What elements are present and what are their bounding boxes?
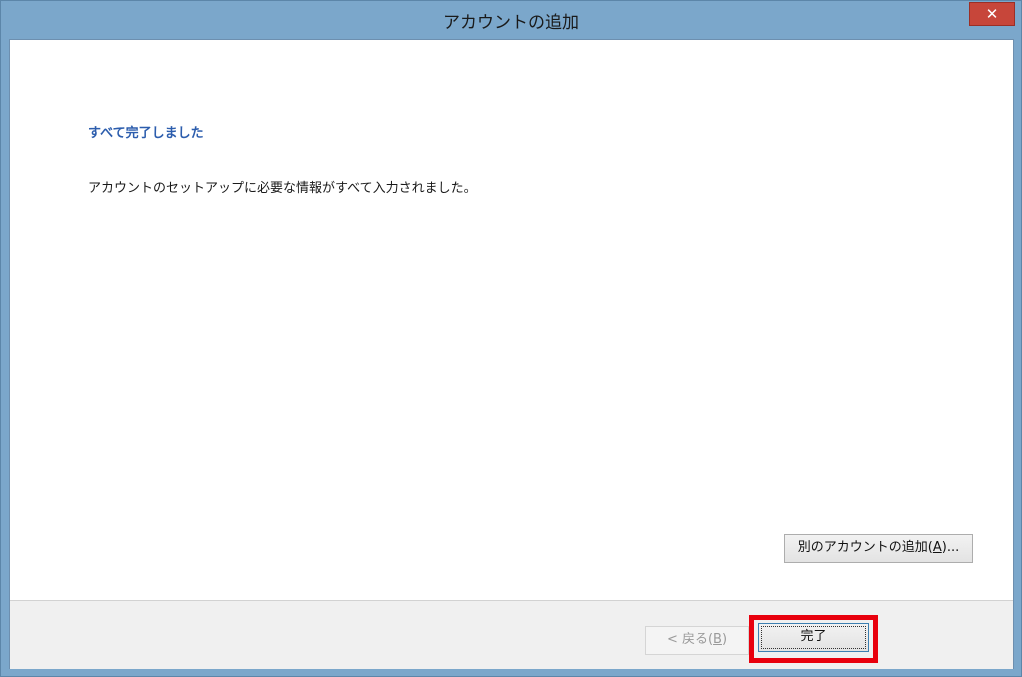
add-another-account-button[interactable]: 別のアカウントの追加(A)...	[784, 534, 973, 563]
add-account-accelerator: A	[932, 540, 942, 555]
back-label-suffix: )	[721, 632, 728, 647]
window-title: アカウントの追加	[443, 13, 579, 33]
back-accelerator: B	[713, 632, 722, 647]
finish-label: 完了	[800, 629, 827, 644]
close-icon: ✕	[985, 5, 999, 23]
close-button[interactable]: ✕	[969, 2, 1015, 26]
dialog-content: すべて完了しました アカウントのセットアップに必要な情報がすべて入力されました。…	[9, 39, 1014, 669]
button-footer: < 戻る(B) 完了	[10, 600, 1013, 669]
add-account-label-prefix: 別のアカウントの追加(	[797, 540, 933, 555]
back-button[interactable]: < 戻る(B)	[645, 626, 749, 655]
add-account-dialog: アカウントの追加 ✕ すべて完了しました アカウントのセットアップに必要な情報が…	[0, 0, 1022, 677]
title-bar[interactable]: アカウントの追加 ✕	[1, 1, 1021, 39]
completion-message: アカウントのセットアップに必要な情報がすべて入力されました。	[88, 181, 477, 196]
finish-button[interactable]: 完了	[758, 623, 869, 652]
add-account-label-suffix: )...	[941, 540, 960, 555]
completion-heading: すべて完了しました	[88, 126, 204, 141]
back-label-prefix: < 戻る(	[666, 632, 714, 647]
